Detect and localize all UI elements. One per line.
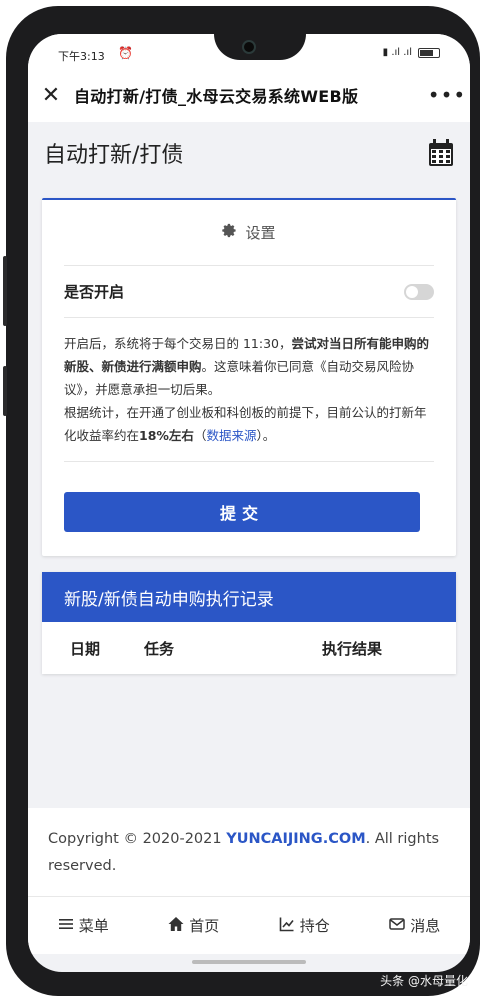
chart-icon	[279, 916, 295, 936]
tab-positions[interactable]: 持仓	[279, 915, 330, 936]
alarm-icon: ⏰	[118, 46, 133, 60]
camera	[242, 40, 256, 54]
title-bar: ✕ 自动打新/打债_水母云交易系统WEB版 •••	[28, 68, 470, 122]
column-date: 日期	[70, 640, 101, 658]
gear-icon	[222, 223, 237, 242]
tab-messages[interactable]: 消息	[389, 915, 440, 936]
bottom-tab-bar: 菜单 首页 持仓 消息	[28, 896, 470, 954]
calendar-icon[interactable]	[428, 139, 454, 167]
settings-card: 设置 是否开启 开启后，系统将于每个交易日的 11:30，尝试对当日所有能申购的…	[42, 198, 456, 556]
watermark: 头条 @水母量化	[380, 974, 468, 988]
settings-header: 设置	[64, 200, 434, 266]
close-icon[interactable]: ✕	[28, 83, 74, 108]
signal-icon: ▮ .ıl .ıl	[382, 47, 412, 58]
home-icon	[168, 916, 184, 936]
brand-link[interactable]: YUNCAIJING.COM	[226, 831, 365, 847]
submit-button[interactable]: 提交	[64, 492, 420, 532]
copyright-text: Copyright © 2020-2021	[48, 831, 227, 847]
desc-text-1: 开启后，系统将于每个交易日的 11:30，	[64, 336, 292, 351]
tab-home-label: 首页	[189, 917, 220, 935]
page-header: 自动打新/打债	[28, 122, 470, 184]
battery-icon	[418, 47, 440, 58]
phone-frame: 下午3:13 ⏰ ▮ .ıl .ıl ✕ 自动打新/打债_水母云交易系统WEB版…	[3, 6, 480, 996]
volume-button	[3, 256, 7, 326]
tab-menu[interactable]: 菜单	[58, 915, 109, 936]
data-source-link[interactable]: 数据来源	[206, 428, 256, 443]
mail-icon	[389, 916, 405, 936]
records-header-row: 日期 任务 执行结果	[42, 622, 456, 674]
footer: Copyright © 2020-2021 YUNCAIJING.COM. Al…	[28, 808, 470, 896]
column-result: 执行结果	[322, 640, 383, 658]
status-icons: ▮ .ıl .ıl	[383, 47, 440, 58]
tab-messages-label: 消息	[410, 917, 441, 935]
notch	[214, 34, 306, 60]
tab-positions-label: 持仓	[299, 917, 330, 935]
enable-toggle[interactable]	[404, 283, 434, 300]
tab-menu-label: 菜单	[78, 917, 109, 935]
desc-paren-close: ）。	[256, 428, 276, 443]
column-task: 任务	[144, 640, 175, 658]
more-icon[interactable]: •••	[424, 83, 470, 107]
records-title: 新股/新债自动申购执行记录	[42, 572, 456, 622]
enable-label: 是否开启	[64, 283, 125, 301]
description: 开启后，系统将于每个交易日的 11:30，尝试对当日所有能申购的新股、新债进行满…	[64, 318, 434, 462]
menu-icon	[58, 916, 74, 936]
home-indicator	[192, 960, 306, 964]
page-title: 自动打新/打债	[44, 143, 184, 168]
power-button	[3, 366, 7, 416]
enable-row: 是否开启	[64, 266, 434, 318]
desc-rate: 18%左右	[139, 428, 194, 443]
tab-home[interactable]: 首页	[168, 915, 219, 936]
settings-title: 设置	[245, 224, 276, 242]
screen: 下午3:13 ⏰ ▮ .ıl .ıl ✕ 自动打新/打债_水母云交易系统WEB版…	[28, 34, 470, 972]
status-time: 下午3:13	[58, 50, 105, 63]
window-title: 自动打新/打债_水母云交易系统WEB版	[74, 87, 359, 106]
records-panel: 新股/新债自动申购执行记录 日期 任务 执行结果	[42, 572, 456, 674]
desc-paren-open: （	[193, 428, 207, 443]
